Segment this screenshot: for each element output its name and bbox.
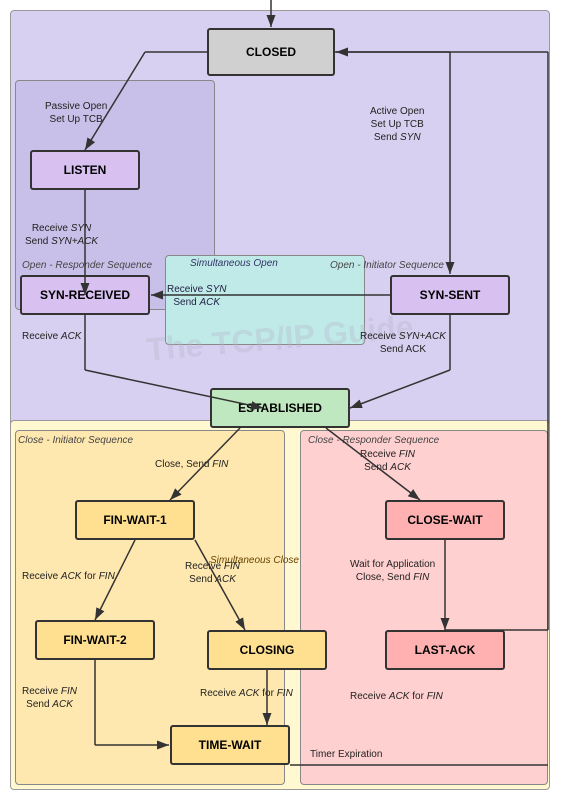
state-syn-received: SYN-RECEIVED (20, 275, 150, 315)
state-closed: CLOSED (207, 28, 335, 76)
close-initiator-label: Close - Initiator Sequence (18, 435, 133, 446)
state-last-ack: LAST-ACK (385, 630, 505, 670)
receive-ack-fin-fw1-label: Receive ACK for FIN (22, 570, 115, 583)
simultaneous-open-label: Simultaneous Open (190, 258, 278, 269)
state-time-wait: TIME-WAIT (170, 725, 290, 765)
receive-ack-label: Receive ACK (22, 330, 81, 343)
receive-fin-send-ack-fw2-label: Receive FINSend ACK (22, 685, 77, 711)
receive-synack-send-ack-label: Receive SYN+ACKSend ACK (360, 330, 446, 356)
tcp-diagram: The TCP/IP Guide CLOSED LISTEN SYN-RECEI… (0, 0, 562, 801)
receive-fin-send-ack-label: Receive FINSend ACK (360, 448, 415, 474)
state-closing: CLOSING (207, 630, 327, 670)
timer-expiration-label: Timer Expiration (310, 748, 382, 761)
close-responder-label: Close - Responder Sequence (308, 435, 439, 446)
open-initiator-label: Open - Initiator Sequence (330, 260, 444, 271)
state-close-wait: CLOSE-WAIT (385, 500, 505, 540)
receive-ack-fin-la-label: Receive ACK for FIN (350, 690, 443, 703)
state-syn-sent: SYN-SENT (390, 275, 510, 315)
wait-app-close-label: Wait for ApplicationClose, Send FIN (350, 558, 435, 584)
sim-open-receive-syn-label: Receive SYNSend ACK (167, 283, 226, 309)
active-open-label: Active OpenSet Up TCBSend SYN (370, 105, 424, 144)
state-listen: LISTEN (30, 150, 140, 190)
state-fin-wait-1: FIN-WAIT-1 (75, 500, 195, 540)
receive-ack-fin-closing-label: Receive ACK for FIN (200, 687, 293, 700)
receive-fin-send-ack-fw1-label: Receive FINSend ACK (185, 560, 240, 586)
state-fin-wait-2: FIN-WAIT-2 (35, 620, 155, 660)
close-responder-bg (300, 430, 548, 785)
passive-open-label: Passive OpenSet Up TCB (45, 100, 107, 126)
receive-syn-send-synack-label: Receive SYNSend SYN+ACK (25, 222, 98, 248)
state-established: ESTABLISHED (210, 388, 350, 428)
close-send-fin-label: Close, Send FIN (155, 458, 228, 471)
open-responder-label: Open - Responder Sequence (22, 260, 152, 271)
